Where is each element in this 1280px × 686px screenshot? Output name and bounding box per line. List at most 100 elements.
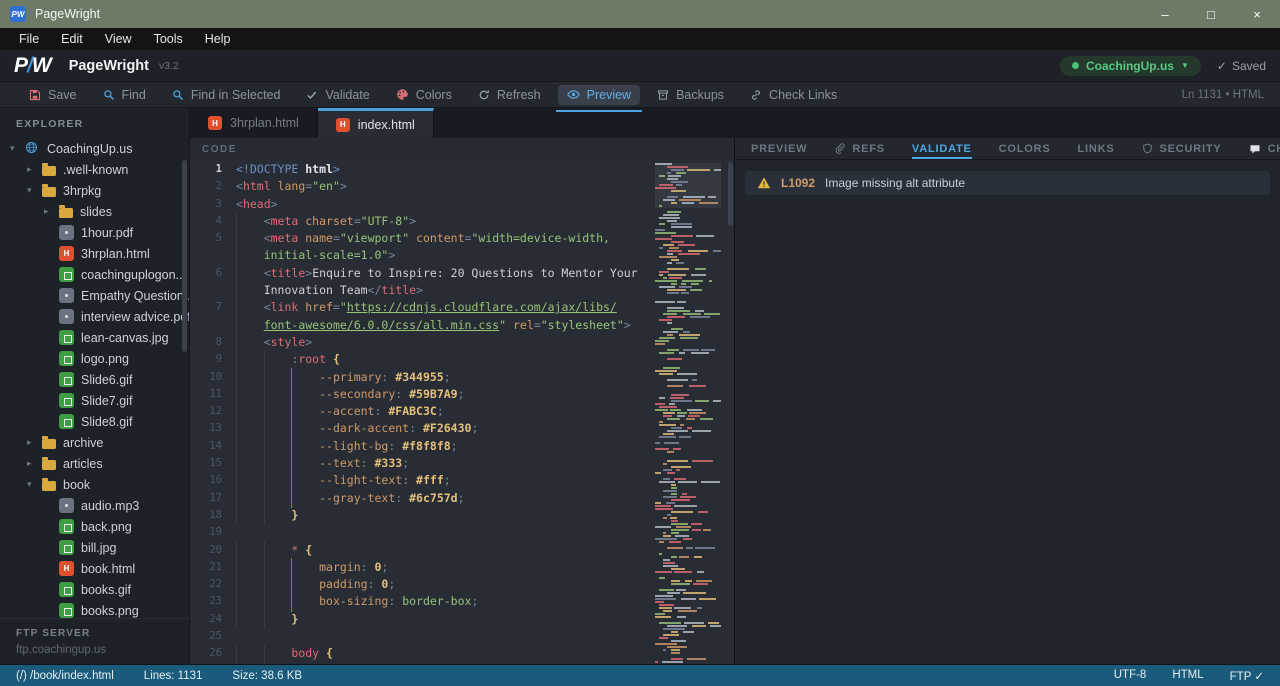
minimize-button[interactable]: –	[1142, 0, 1188, 28]
toolbar-find-in-selected-button[interactable]: Find in Selected	[163, 85, 290, 105]
toolbar-refresh-button[interactable]: Refresh	[469, 85, 550, 105]
code-row[interactable]: 8 <style>	[190, 334, 734, 351]
validation-issue[interactable]: L1092Image missing alt attribute	[745, 171, 1270, 195]
tree-item-books-gif[interactable]: books.gif	[0, 579, 189, 600]
code-row[interactable]: 10 --primary: #344955;	[190, 369, 734, 386]
code-row[interactable]: 17 --gray-text: #6c757d;	[190, 490, 734, 507]
menu-view[interactable]: View	[94, 28, 143, 50]
caret-down-icon[interactable]: ▾	[10, 143, 25, 154]
caret-right-icon[interactable]: ▸	[27, 458, 42, 469]
code-row[interactable]: 21 margin: 0;	[190, 559, 734, 576]
tree-item-book-html[interactable]: Hbook.html	[0, 558, 189, 579]
tree-item-coachingup-us[interactable]: ▾CoachingUp.us	[0, 138, 189, 159]
tree-item-book[interactable]: ▾book	[0, 474, 189, 495]
editor-scrollbar[interactable]	[727, 160, 734, 664]
toolbar-save-button[interactable]: Save	[20, 85, 86, 105]
code-row[interactable]: 19	[190, 524, 734, 541]
line-number: 12	[190, 403, 236, 420]
tree-item-slide7-gif[interactable]: Slide7.gif	[0, 390, 189, 411]
tree-item-empathy-question[interactable]: Empathy Question...	[0, 285, 189, 306]
code-row[interactable]: 3<head>	[190, 196, 734, 213]
caret-down-icon[interactable]: ▾	[27, 479, 42, 490]
toolbar-find-button[interactable]: Find	[94, 85, 155, 105]
code-row[interactable]: 7 <link href="https://cdnjs.cloudflare.c…	[190, 299, 734, 316]
inspector-tab-links[interactable]: LINKS	[1078, 138, 1115, 159]
menu-tools[interactable]: Tools	[143, 28, 194, 50]
code-row[interactable]: 13 --dark-accent: #F26430;	[190, 420, 734, 437]
active-indent-guide	[291, 592, 292, 611]
maximize-button[interactable]: □	[1188, 0, 1234, 28]
editor-tab-3hrplan-html[interactable]: H3hrplan.html	[190, 108, 318, 138]
code-row[interactable]: 6 <title>Enquire to Inspire: 20 Question…	[190, 265, 734, 282]
toolbar-preview-button[interactable]: Preview	[558, 85, 640, 105]
audio-file-icon	[59, 498, 74, 513]
tree-item-logo-png[interactable]: logo.png	[0, 348, 189, 369]
tree-item-slide6-gif[interactable]: Slide6.gif	[0, 369, 189, 390]
inspector-tab-preview[interactable]: PREVIEW	[751, 138, 807, 159]
code-row[interactable]: 14 --light-bg: #f8f8f8;	[190, 438, 734, 455]
tree-item-books-png[interactable]: books.png	[0, 600, 189, 618]
menu-help[interactable]: Help	[194, 28, 242, 50]
tree-item-3hrpkg[interactable]: ▾3hrpkg	[0, 180, 189, 201]
menu-edit[interactable]: Edit	[50, 28, 94, 50]
site-selector[interactable]: CoachingUp.us ▼	[1060, 56, 1201, 76]
code-area[interactable]: 1<!DOCTYPE html>2<html lang="en">3<head>…	[190, 160, 734, 664]
code-row[interactable]: 4 <meta charset="UTF-8">	[190, 213, 734, 230]
tree-item-audio-mp3[interactable]: audio.mp3	[0, 495, 189, 516]
editor-tab-index-html[interactable]: Hindex.html	[318, 108, 434, 138]
toolbar-validate-button[interactable]: Validate	[297, 85, 378, 105]
code-row[interactable]: 5 <meta name="viewport" content="width=d…	[190, 230, 734, 247]
inspector-tab-colors[interactable]: COLORS	[999, 138, 1051, 159]
code-row[interactable]: 24 }	[190, 611, 734, 628]
code-row[interactable]: 9 :root {	[190, 351, 734, 368]
code-row[interactable]: font-awesome/6.0.0/css/all.min.css" rel=…	[190, 317, 734, 334]
code-row[interactable]: 22 padding: 0;	[190, 576, 734, 593]
tree-item-slides[interactable]: ▸slides	[0, 201, 189, 222]
code-row[interactable]: 20 * {	[190, 542, 734, 559]
tree-item-coachinguplogon[interactable]: coachinguplogon...	[0, 264, 189, 285]
ftp-server-host[interactable]: ftp.coachingup.us	[16, 644, 189, 656]
code-row[interactable]: initial-scale=1.0">	[190, 247, 734, 264]
inspector-tab-security[interactable]: SECURITY	[1142, 138, 1222, 159]
minimap[interactable]	[655, 162, 721, 664]
tree-item-3hrplan-html[interactable]: H3hrplan.html	[0, 243, 189, 264]
toolbar-colors-button[interactable]: Colors	[387, 85, 461, 105]
code-row[interactable]: 26 body {	[190, 645, 734, 662]
code-row[interactable]: 15 --text: #333;	[190, 455, 734, 472]
code-row[interactable]: 1<!DOCTYPE html>	[190, 161, 734, 178]
code-row[interactable]: 16 --light-text: #fff;	[190, 472, 734, 489]
caret-right-icon[interactable]: ▸	[27, 164, 42, 175]
code-line-text: :root {	[236, 351, 340, 368]
tree-item-articles[interactable]: ▸ articles	[0, 453, 189, 474]
toolbar-check-links-button[interactable]: Check Links	[741, 85, 846, 105]
tree-item-slide8-gif[interactable]: Slide8.gif	[0, 411, 189, 432]
code-line-text: body {	[236, 645, 333, 662]
tree-item-1hour-pdf[interactable]: 1hour.pdf	[0, 222, 189, 243]
toolbar-backups-button[interactable]: Backups	[648, 85, 733, 105]
tree-item-lean-canvas-jpg[interactable]: lean-canvas.jpg	[0, 327, 189, 348]
html-file-icon: H	[59, 246, 74, 261]
tree-item-archive[interactable]: ▸archive	[0, 432, 189, 453]
sidebar-scrollbar[interactable]	[182, 160, 187, 352]
tree-item-well-known[interactable]: ▸.well-known	[0, 159, 189, 180]
inspector-tab-chat[interactable]: CHAT	[1249, 138, 1280, 159]
code-row[interactable]: 18 }	[190, 507, 734, 524]
caret-down-icon[interactable]: ▾	[27, 185, 42, 196]
close-button[interactable]: ×	[1234, 0, 1280, 28]
inspector-tab-validate[interactable]: VALIDATE	[912, 138, 972, 159]
code-row[interactable]: 11 --secondary: #59B7A9;	[190, 386, 734, 403]
inspector-tab-refs[interactable]: REFS	[834, 138, 885, 159]
tree-item-bill-jpg[interactable]: bill.jpg	[0, 537, 189, 558]
editor-scrollbar-thumb[interactable]	[728, 162, 733, 226]
menu-file[interactable]: File	[8, 28, 50, 50]
code-row[interactable]: 23 box-sizing: border-box;	[190, 593, 734, 610]
caret-right-icon[interactable]: ▸	[27, 437, 42, 448]
tree-item-back-png[interactable]: back.png	[0, 516, 189, 537]
tree-item-label: articles	[63, 457, 103, 471]
caret-right-icon[interactable]: ▸	[44, 206, 59, 217]
tree-item-interview-advice-pdf[interactable]: interview advice.pdf	[0, 306, 189, 327]
code-row[interactable]: 12 --accent: #FABC3C;	[190, 403, 734, 420]
code-row[interactable]: Innovation Team</title>	[190, 282, 734, 299]
code-row[interactable]: 2<html lang="en">	[190, 178, 734, 195]
code-row[interactable]: 25	[190, 628, 734, 645]
